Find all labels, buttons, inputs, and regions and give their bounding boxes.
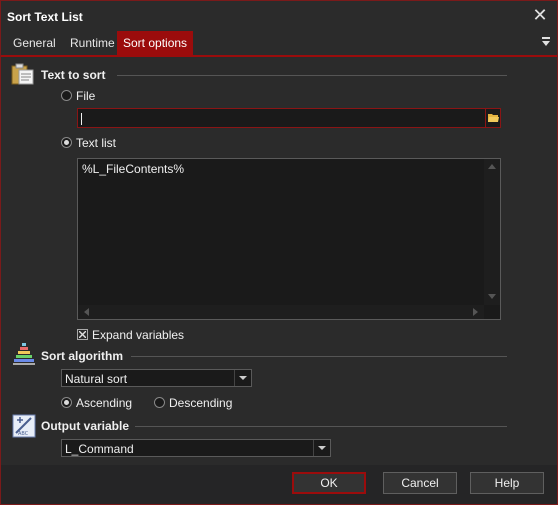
text-list-content: %L_FileContents% — [82, 162, 185, 176]
output-variable-select[interactable]: L_Command — [61, 439, 331, 457]
sort-algorithm-title: Sort algorithm — [41, 349, 124, 363]
scroll-up-icon[interactable] — [488, 164, 496, 169]
output-variable-title: Output variable — [41, 419, 130, 433]
file-input[interactable] — [77, 108, 487, 128]
horizontal-scrollbar[interactable] — [78, 305, 484, 319]
chevron-down-icon[interactable] — [234, 370, 251, 386]
text-list-radio[interactable] — [61, 137, 72, 148]
help-button[interactable]: Help — [470, 472, 544, 494]
output-variable-icon: ABC — [12, 414, 36, 438]
sort-algorithm-value: Natural sort — [65, 372, 128, 386]
scroll-left-icon[interactable] — [84, 308, 89, 316]
tab-sort-options[interactable]: Sort options — [117, 31, 194, 55]
sort-text-list-dialog: Sort Text List ✕ General Runtime Sort op… — [0, 0, 558, 505]
sort-algorithm-select[interactable]: Natural sort — [61, 369, 252, 387]
expand-variables-checkbox[interactable] — [77, 329, 88, 340]
clipboard-icon — [11, 63, 34, 85]
ascending-label: Ascending — [76, 396, 133, 410]
tab-bar: General Runtime Sort options — [1, 31, 557, 57]
chevron-down-icon[interactable] — [313, 440, 330, 456]
text-caret — [81, 113, 82, 125]
tab-menu-icon[interactable] — [541, 36, 551, 48]
title-bar: Sort Text List ✕ — [1, 1, 557, 33]
cancel-button[interactable]: Cancel — [383, 472, 457, 494]
descending-radio[interactable] — [154, 397, 165, 408]
output-variable-value: L_Command — [65, 442, 134, 456]
divider — [117, 75, 507, 76]
tab-runtime[interactable]: Runtime — [64, 31, 121, 55]
dialog-footer: OK Cancel Help — [1, 465, 557, 504]
text-list-label: Text list — [76, 136, 117, 150]
tab-general[interactable]: General — [7, 31, 62, 55]
vertical-scrollbar[interactable] — [484, 159, 500, 305]
folder-icon — [488, 114, 499, 122]
file-radio[interactable] — [61, 90, 72, 101]
browse-button[interactable] — [485, 108, 501, 128]
file-label: File — [76, 89, 96, 103]
ascending-radio[interactable] — [61, 397, 72, 408]
divider — [135, 426, 507, 427]
expand-variables-label: Expand variables — [92, 328, 185, 342]
text-list-textarea[interactable]: %L_FileContents% — [77, 158, 501, 320]
close-icon[interactable]: ✕ — [531, 6, 549, 24]
scroll-right-icon[interactable] — [473, 308, 478, 316]
scroll-down-icon[interactable] — [488, 294, 496, 299]
divider — [131, 356, 507, 357]
check-icon — [79, 331, 86, 338]
sort-pyramid-icon — [13, 343, 35, 365]
descending-label: Descending — [169, 396, 233, 410]
window-title: Sort Text List — [7, 10, 83, 24]
ok-button[interactable]: OK — [292, 472, 366, 494]
sort-options-panel: Text to sort File Text list %L_FileConte… — [1, 57, 557, 465]
svg-text:ABC: ABC — [18, 431, 29, 437]
text-to-sort-title: Text to sort — [41, 68, 106, 82]
